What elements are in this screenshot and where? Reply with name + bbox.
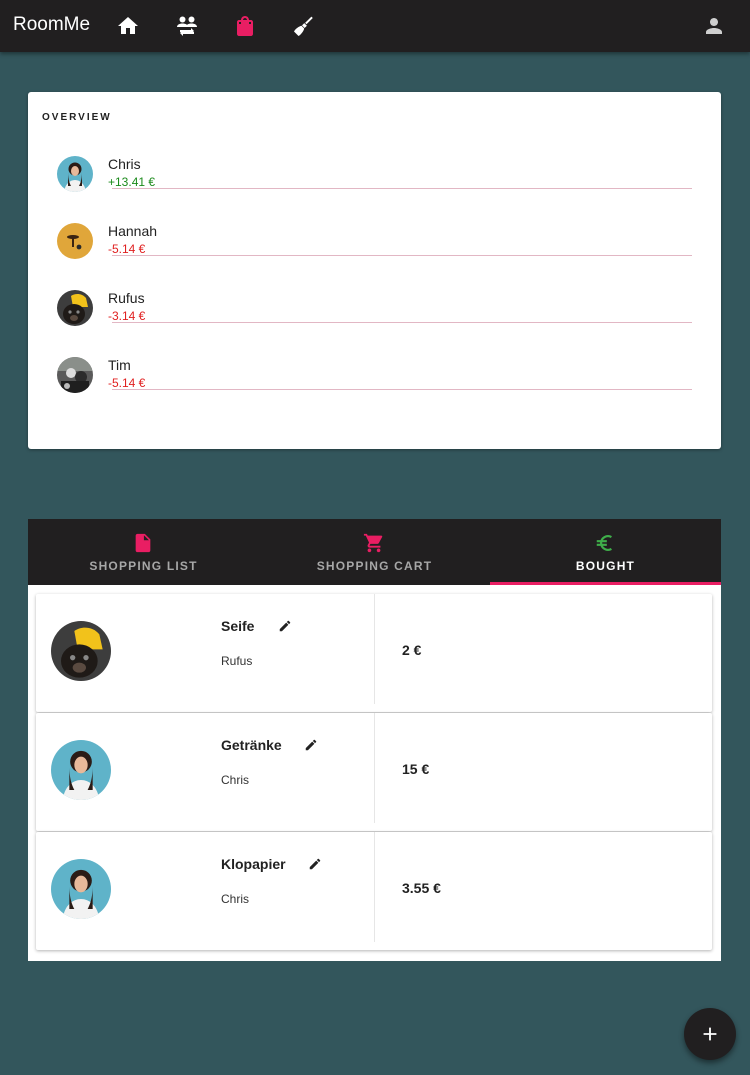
person-name: Rufus (108, 290, 145, 306)
avatar (51, 621, 111, 681)
person-row-rufus[interactable]: Rufus -3.14 € (28, 290, 721, 357)
shopping-bag-icon[interactable] (233, 14, 257, 38)
divider (112, 255, 692, 256)
item-price: 15 € (402, 761, 430, 777)
euro-icon (594, 532, 616, 554)
overview-title: OVERVIEW (42, 112, 112, 123)
add-item-button[interactable] (684, 1008, 736, 1060)
person-row-hannah[interactable]: Hannah -5.14 € (28, 223, 721, 290)
top-app-bar: RoomMe (0, 0, 750, 52)
person-balance: -5.14 € (108, 376, 146, 390)
person-row-tim[interactable]: Tim -5.14 € (28, 357, 721, 424)
person-balance: +13.41 € (108, 175, 156, 189)
edit-icon[interactable] (304, 738, 318, 752)
divider (112, 389, 692, 390)
list-item[interactable]: Klopapier Chris 3.55 € (36, 832, 712, 950)
divider (374, 713, 375, 823)
cart-icon (363, 532, 385, 554)
edit-icon[interactable] (278, 619, 292, 633)
edit-icon[interactable] (308, 857, 322, 871)
item-buyer: Chris (221, 892, 250, 906)
list-item[interactable]: Seife Rufus 2 € (36, 594, 712, 712)
item-name: Getränke (221, 737, 282, 753)
tab-label: SHOPPING CART (316, 559, 433, 573)
item-price: 3.55 € (402, 880, 441, 896)
account-icon[interactable] (702, 14, 726, 38)
avatar (51, 740, 111, 800)
divider (374, 832, 375, 942)
tab-label: BOUGHT (575, 559, 636, 573)
app-title[interactable]: RoomMe (13, 14, 90, 36)
tab-bought[interactable]: BOUGHT (490, 519, 721, 585)
item-name: Seife (221, 618, 255, 634)
plus-icon (703, 1027, 717, 1041)
item-buyer: Chris (221, 773, 250, 787)
avatar (57, 357, 93, 393)
tab-bar: SHOPPING LIST SHOPPING CART BOUGHT (28, 519, 721, 585)
people-swap-icon[interactable] (175, 14, 199, 38)
list-item[interactable]: Getränke Chris 15 € (36, 713, 712, 831)
avatar (57, 290, 93, 326)
broom-icon[interactable] (292, 14, 316, 38)
person-name: Chris (108, 156, 141, 172)
item-name: Klopapier (221, 856, 286, 872)
person-row-chris[interactable]: Chris +13.41 € (28, 156, 721, 223)
tab-shopping-cart[interactable]: SHOPPING CART (259, 519, 490, 585)
item-buyer: Rufus (221, 654, 253, 668)
divider (112, 188, 692, 189)
avatar (57, 223, 93, 259)
divider (374, 594, 375, 704)
avatar (57, 156, 93, 192)
person-balance: -3.14 € (108, 309, 146, 323)
home-icon[interactable] (116, 14, 140, 38)
tab-shopping-list[interactable]: SHOPPING LIST (28, 519, 259, 585)
bought-items-list: Seife Rufus 2 € Getränke Chris 15 € Klop… (28, 585, 721, 961)
person-name: Tim (108, 357, 131, 373)
overview-card: OVERVIEW Chris +13.41 € Hannah -5.14 € R… (28, 92, 721, 449)
person-balance: -5.14 € (108, 242, 146, 256)
item-price: 2 € (402, 642, 422, 658)
tab-label: SHOPPING LIST (89, 559, 198, 573)
avatar (51, 859, 111, 919)
file-icon (132, 532, 154, 554)
divider (112, 322, 692, 323)
person-name: Hannah (108, 223, 158, 239)
